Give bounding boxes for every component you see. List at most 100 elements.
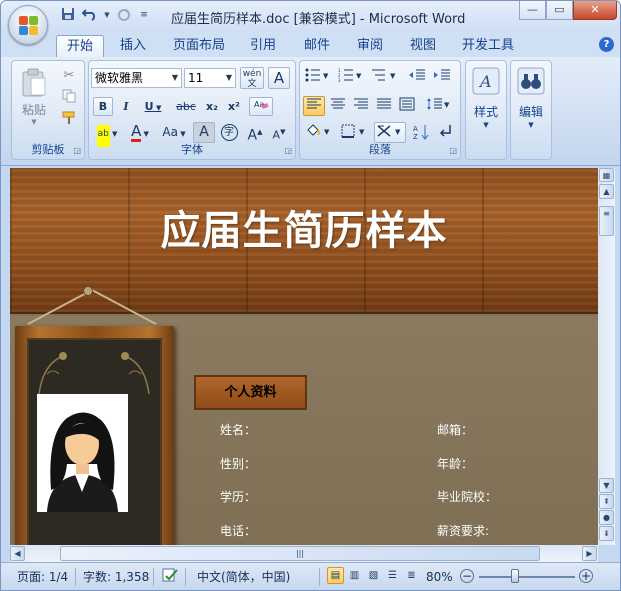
- tab-home[interactable]: 开始: [56, 35, 104, 57]
- underline-button[interactable]: U ▼: [140, 97, 166, 116]
- tab-references[interactable]: 引用: [241, 35, 285, 57]
- next-page-icon[interactable]: ⇟: [599, 526, 614, 541]
- chinese-layout-button[interactable]: ▼: [374, 122, 406, 143]
- borders-button[interactable]: ▼: [338, 122, 370, 143]
- scroll-up-icon[interactable]: ▲: [599, 184, 614, 199]
- format-painter-icon[interactable]: [60, 109, 78, 127]
- vertical-scrollbar[interactable]: ▦ ▲ ≡ ▼ ⇞ ● ⇟: [598, 168, 615, 545]
- tab-review[interactable]: 审阅: [348, 35, 392, 57]
- align-center-button[interactable]: [327, 96, 349, 116]
- scroll-left-icon[interactable]: ◀: [10, 546, 25, 561]
- align-left-icon: [307, 98, 321, 109]
- copy-icon[interactable]: [60, 88, 78, 106]
- show-marks-button[interactable]: [435, 122, 457, 143]
- font-color-icon: A: [131, 122, 142, 142]
- reading-layout-icon[interactable]: ▥: [346, 567, 363, 584]
- change-case-button[interactable]: Aa ▼: [158, 122, 190, 143]
- office-button[interactable]: [8, 5, 48, 45]
- multilevel-list-icon: ▼: [372, 69, 396, 81]
- quick-styles-icon: A: [469, 65, 503, 99]
- styles-group[interactable]: A 样式 ▼: [465, 60, 507, 160]
- paragraph-launcher-icon[interactable]: ◲: [449, 146, 457, 155]
- decrease-indent-button[interactable]: [406, 67, 428, 87]
- shading-button[interactable]: ▼: [303, 122, 335, 143]
- language-indicator[interactable]: 中文(简体，中国): [197, 567, 290, 587]
- ruler-toggle-icon[interactable]: ▦: [599, 168, 614, 182]
- undo-dropdown-icon[interactable]: ▼: [103, 7, 111, 23]
- font-name-combo[interactable]: 微软雅黑 ▼: [91, 68, 182, 88]
- zoom-out-icon[interactable]: −: [460, 569, 474, 583]
- help-icon[interactable]: ?: [599, 37, 614, 52]
- save-icon[interactable]: [59, 7, 77, 23]
- enclose-chars-button[interactable]: 字: [218, 122, 240, 143]
- outline-icon[interactable]: ☰: [384, 567, 401, 584]
- zoom-slider-track[interactable]: [479, 576, 575, 578]
- increase-indent-button[interactable]: [431, 67, 453, 87]
- shrink-font-button[interactable]: A▼: [268, 122, 290, 143]
- cut-icon[interactable]: ✂: [60, 67, 78, 85]
- print-layout-icon[interactable]: ▤: [327, 567, 344, 584]
- page-count[interactable]: 页面: 1/4: [17, 567, 68, 587]
- word-count[interactable]: 字数: 1,358: [83, 567, 149, 587]
- browse-object-icon[interactable]: ●: [599, 510, 614, 525]
- font-size-combo[interactable]: 11 ▼: [184, 68, 236, 88]
- tab-mailings[interactable]: 邮件: [295, 35, 339, 57]
- align-left-button[interactable]: [303, 96, 325, 116]
- justify-button[interactable]: [373, 96, 395, 116]
- tab-page-layout[interactable]: 页面布局: [167, 35, 231, 57]
- paste-button[interactable]: 粘贴 ▼: [16, 64, 52, 126]
- draft-icon[interactable]: ≣: [403, 567, 420, 584]
- proofing-icon[interactable]: [161, 567, 179, 587]
- line-spacing-button[interactable]: ▼: [424, 96, 454, 116]
- close-button[interactable]: ✕: [573, 1, 617, 20]
- char-border-button[interactable]: A: [268, 67, 290, 89]
- superscript-button[interactable]: x²: [224, 97, 244, 116]
- web-layout-icon[interactable]: ▧: [365, 567, 382, 584]
- grow-font-button[interactable]: A▲: [244, 122, 266, 144]
- clear-format-button[interactable]: Aa: [249, 97, 273, 116]
- document-page[interactable]: 应届生简历样本 个人资料 姓名： 性别： 学历： 电话： 邮箱： 年龄： 毕业院…: [10, 168, 598, 545]
- horizontal-scrollbar[interactable]: ◀ ||| ▶: [10, 545, 598, 562]
- highlight-button[interactable]: ab ▼: [92, 122, 122, 147]
- minimize-button[interactable]: —: [519, 1, 546, 20]
- chevron-down-icon[interactable]: ▼: [169, 69, 181, 87]
- font-launcher-icon[interactable]: ◲: [284, 146, 292, 155]
- strikethrough-button[interactable]: abc: [173, 97, 199, 116]
- vertical-scroll-thumb[interactable]: ≡: [599, 206, 614, 236]
- undo-icon[interactable]: [81, 7, 99, 23]
- align-right-button[interactable]: [350, 96, 372, 116]
- tab-view[interactable]: 视图: [401, 35, 445, 57]
- scroll-right-icon[interactable]: ▶: [582, 546, 597, 561]
- decrease-indent-icon: [409, 69, 425, 80]
- chevron-down-icon[interactable]: ▼: [223, 69, 235, 87]
- eraser-icon: Aa: [254, 100, 269, 109]
- subscript-button[interactable]: x₂: [202, 97, 222, 116]
- bold-button[interactable]: B: [93, 97, 113, 116]
- bullets-button[interactable]: ▼: [303, 67, 333, 87]
- zoom-slider-thumb[interactable]: [511, 569, 519, 583]
- tab-developer[interactable]: 开发工具: [456, 35, 520, 57]
- paragraph-group: ▼ 1 2 3 ▼ ▼ ▼ ▼ ▼ ▼ A Z 段落 ◲: [299, 60, 461, 160]
- paste-label: 粘贴: [21, 103, 46, 117]
- customize-qat-icon[interactable]: ≡: [137, 7, 151, 23]
- phonetic-guide-button[interactable]: wén 文: [240, 67, 264, 89]
- numbering-button[interactable]: 1 2 3 ▼: [336, 67, 366, 87]
- zoom-in-icon[interactable]: +: [579, 569, 593, 583]
- redo-icon[interactable]: [115, 7, 133, 23]
- distribute-button[interactable]: [396, 96, 418, 116]
- editing-group[interactable]: 编辑 ▼: [510, 60, 552, 160]
- font-color-button[interactable]: A ▼: [126, 122, 154, 143]
- sort-button[interactable]: AZ: [410, 122, 432, 143]
- italic-button[interactable]: I: [116, 97, 136, 116]
- multilevel-list-button[interactable]: ▼: [369, 67, 401, 87]
- restore-button[interactable]: ▭: [546, 1, 573, 20]
- clipboard-launcher-icon[interactable]: ◲: [73, 146, 81, 155]
- char-shading-button[interactable]: A: [193, 122, 215, 143]
- zoom-level[interactable]: 80%: [426, 567, 453, 587]
- previous-page-icon[interactable]: ⇞: [599, 494, 614, 509]
- enclose-chars-icon: 字: [220, 124, 238, 141]
- scroll-down-icon[interactable]: ▼: [599, 478, 614, 493]
- horizontal-scroll-thumb[interactable]: |||: [60, 546, 540, 561]
- tab-insert[interactable]: 插入: [111, 35, 155, 57]
- clipboard-group: 粘贴 ▼ ✂ 剪贴板 ◲: [11, 60, 85, 160]
